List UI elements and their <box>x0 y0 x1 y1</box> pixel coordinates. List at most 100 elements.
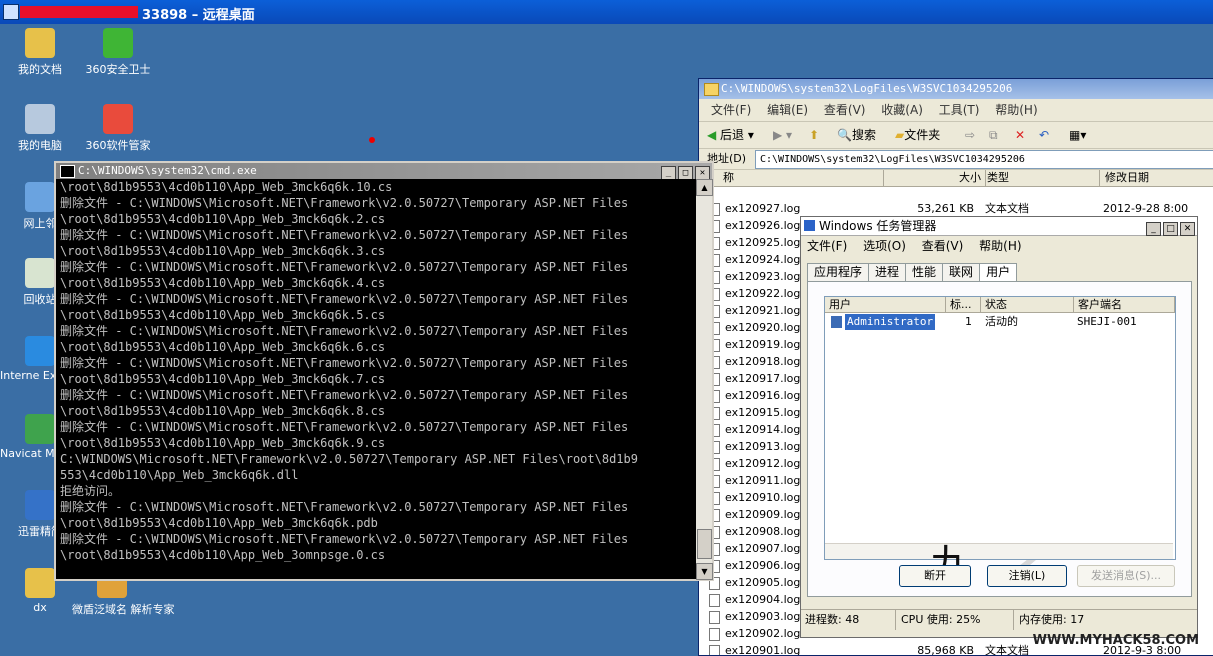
desktop-icon[interactable]: 360软件管家 <box>78 104 158 153</box>
close-icon[interactable]: ✕ <box>695 166 710 180</box>
col-user[interactable]: 用户 <box>825 297 946 312</box>
taskmgr-title: Windows 任务管理器 <box>819 219 937 233</box>
cmd-window: C:\WINDOWS\system32\cmd.exe _ □ ✕ \root\8d… <box>54 161 714 581</box>
tab-applications[interactable]: 应用程序 <box>807 263 870 281</box>
file-name: ex120902.log <box>725 627 801 640</box>
desktop-icon[interactable]: 我的文档 <box>0 28 80 77</box>
taskmgr-titlebar: Windows 任务管理器 _ □ ✕ <box>801 217 1197 236</box>
desktop-icon[interactable]: 360安全卫士 <box>78 28 158 77</box>
close-icon[interactable]: ✕ <box>1180 222 1195 236</box>
tm-menu-options[interactable]: 选项(O) <box>863 239 906 253</box>
move-to-icon[interactable]: ⇨ <box>965 122 975 148</box>
file-type: 文本文档 <box>985 202 1029 215</box>
cmd-line: 拒绝访问。 <box>60 484 121 498</box>
send-message-button[interactable]: 发送消息(S)... <box>1077 565 1175 587</box>
file-name: ex120926.log <box>725 219 801 232</box>
taskmgr-menubar: 文件(F) 选项(O) 查看(V) 帮助(H) <box>801 236 1197 256</box>
menu-favorites[interactable]: 收藏(A) <box>881 99 923 121</box>
logoff-button[interactable]: 注销(L) <box>987 565 1067 587</box>
col-name[interactable]: 称 <box>719 170 884 186</box>
forward-button[interactable]: ▶ ▾ <box>773 122 792 148</box>
file-name: ex120904.log <box>725 593 801 606</box>
status-cpu: CPU 使用: 25% <box>897 610 1014 630</box>
tm-menu-help[interactable]: 帮助(H) <box>979 239 1021 253</box>
menu-edit[interactable]: 编辑(E) <box>767 99 808 121</box>
cmd-line: 删除文件 - C:\WINDOWS\Microsoft.NET\Framewor… <box>60 356 629 370</box>
file-name: ex120924.log <box>725 253 801 266</box>
minimize-icon[interactable]: _ <box>1146 222 1161 236</box>
scroll-thumb[interactable] <box>697 529 712 559</box>
users-list-header: 用户 标... 状态 客户端名 <box>825 297 1175 313</box>
copy-to-icon[interactable]: ⧉ <box>989 122 998 148</box>
desktop-icon-label: 我的电脑 <box>18 139 62 152</box>
tab-users[interactable]: 用户 <box>979 263 1018 283</box>
user-row-administrator[interactable]: Administrator 1 活动的 SHEJI-001 <box>825 314 1175 330</box>
cmd-scrollbar[interactable]: ▲ ▼ <box>696 179 713 580</box>
delete-icon[interactable]: ✕ <box>1015 122 1025 148</box>
col-client[interactable]: 客户端名 <box>1074 297 1175 312</box>
360-softmgr-icon <box>103 104 133 134</box>
cmd-title: C:\WINDOWS\system32\cmd.exe <box>78 164 257 177</box>
menu-help[interactable]: 帮助(H) <box>995 99 1037 121</box>
menu-tools[interactable]: 工具(T) <box>939 99 980 121</box>
file-name: ex120917.log <box>725 372 801 385</box>
file-name: ex120905.log <box>725 576 801 589</box>
tab-performance[interactable]: 性能 <box>905 263 944 281</box>
file-name: ex120919.log <box>725 338 801 351</box>
scroll-down-icon[interactable]: ▼ <box>696 563 713 580</box>
tab-processes[interactable]: 进程 <box>868 263 907 281</box>
user-session-id: 1 <box>965 315 972 328</box>
taskmgr-icon <box>804 220 815 231</box>
computer-icon <box>25 104 55 134</box>
cmd-line: 删除文件 - C:\WINDOWS\Microsoft.NET\Framewor… <box>60 324 629 338</box>
file-icon <box>709 645 720 655</box>
maximize-icon[interactable]: □ <box>678 166 693 180</box>
menu-file[interactable]: 文件(F) <box>711 99 751 121</box>
folder-docs-icon <box>25 28 55 58</box>
cmd-window-buttons: _ □ ✕ <box>659 164 710 180</box>
file-name: ex120913.log <box>725 440 801 453</box>
file-row[interactable]: ex120927.log 53,261 KB 文本文档 2012-9-28 8:00 <box>699 200 1213 217</box>
address-input[interactable]: C:\WINDOWS\system32\LogFiles\W3SVC103429… <box>755 150 1213 169</box>
menu-view[interactable]: 查看(V) <box>824 99 866 121</box>
up-folder-icon[interactable]: ⬆ <box>809 122 819 148</box>
col-id[interactable]: 标... <box>946 297 981 312</box>
col-status[interactable]: 状态 <box>981 297 1074 312</box>
desktop-icon[interactable]: 我的电脑 <box>0 104 80 153</box>
cmd-line: \root\8d1b9553\4cd0b110\App_Web_3mck6q6k… <box>60 276 386 290</box>
views-icon[interactable]: ▦▾ <box>1069 122 1086 148</box>
file-name: ex120909.log <box>725 508 801 521</box>
search-button[interactable]: 🔍搜索 <box>837 122 876 148</box>
scroll-up-icon[interactable]: ▲ <box>696 179 713 196</box>
back-button[interactable]: ◀ 后退 ▾ <box>707 122 754 148</box>
network-icon <box>25 182 55 212</box>
col-size[interactable]: 大小 <box>885 170 986 186</box>
tm-menu-file[interactable]: 文件(F) <box>807 239 847 253</box>
file-date: 2012-9-28 8:00 <box>1103 202 1189 215</box>
file-icon <box>709 611 720 624</box>
folders-button[interactable]: ▰文件夹 <box>895 122 940 148</box>
file-name: ex120903.log <box>725 610 801 623</box>
cmd-line: 删除文件 - C:\WINDOWS\Microsoft.NET\Framewor… <box>60 260 629 274</box>
folder-icon <box>25 568 55 598</box>
cmd-line: \root\8d1b9553\4cd0b110\App_Web_3mck6q6k… <box>60 340 386 354</box>
tm-menu-view[interactable]: 查看(V) <box>922 239 964 253</box>
file-name: ex120925.log <box>725 236 801 249</box>
users-list-hscroll[interactable] <box>825 543 1173 559</box>
col-type[interactable]: 类型 <box>983 170 1100 186</box>
users-list: 用户 标... 状态 客户端名 Administrator 1 活动的 SHEJ… <box>824 296 1176 560</box>
cmd-line: \root\8d1b9553\4cd0b110\App_Web_3mck6q6k… <box>60 212 386 226</box>
col-date[interactable]: 修改日期 <box>1101 170 1213 186</box>
file-size: 53,261 KB <box>917 202 974 215</box>
cmd-line: \root\8d1b9553\4cd0b110\App_Web_3mck6q6k… <box>60 244 386 258</box>
file-name: ex120918.log <box>725 355 801 368</box>
maximize-icon[interactable]: □ <box>1163 222 1178 236</box>
undo-icon[interactable]: ↶ <box>1039 122 1049 148</box>
cmd-line: \root\8d1b9553\4cd0b110\App_Web_3mck6q6k… <box>60 372 386 386</box>
navicat-icon <box>25 414 55 444</box>
disconnect-button[interactable]: 断开 <box>899 565 971 587</box>
file-name: ex120915.log <box>725 406 801 419</box>
tab-networking[interactable]: 联网 <box>942 263 981 281</box>
minimize-icon[interactable]: _ <box>661 166 676 180</box>
cmd-output[interactable]: \root\8d1b9553\4cd0b110\App_Web_3mck6q6k… <box>56 179 696 579</box>
